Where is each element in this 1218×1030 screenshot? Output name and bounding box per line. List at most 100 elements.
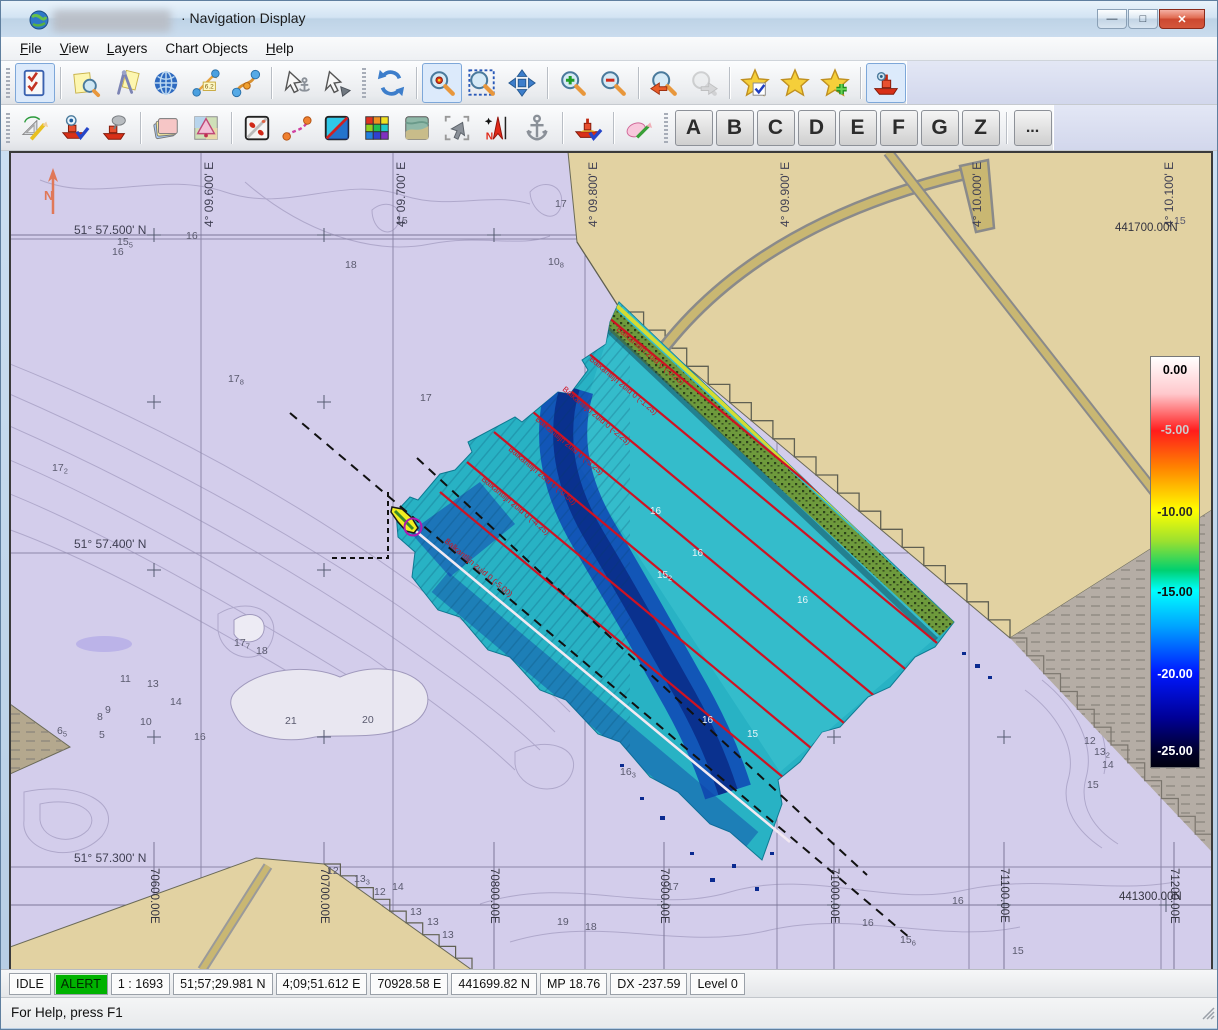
zoom-window-button[interactable] [462, 63, 502, 103]
north-arrow-button[interactable]: N [477, 108, 517, 148]
layer-letter-f-button[interactable]: F [880, 110, 918, 146]
tile-crossed-button[interactable] [317, 108, 357, 148]
status-bar: IDLEALERT1 : 169351;57;29.981 N4;09;51.6… [1, 969, 1218, 997]
tile-anomaly-icon [242, 113, 272, 143]
sounding: 14 [392, 881, 404, 893]
tile-palette-button[interactable] [357, 108, 397, 148]
toolbar-separator [860, 67, 861, 99]
bathy-sounding: 16 [797, 595, 809, 606]
legend-value: -5.00 [1151, 423, 1199, 437]
northing-label: 441700.00N [1115, 222, 1178, 234]
favorite-button[interactable] [775, 63, 815, 103]
dividers-button[interactable] [106, 63, 146, 103]
layer-letter-z-button[interactable]: Z [962, 110, 1000, 146]
status-mp: MP 18.76 [540, 973, 607, 995]
geometry-tools-button[interactable] [15, 108, 55, 148]
layer-letter-a-button[interactable]: A [675, 110, 713, 146]
anchor-cursor-button[interactable] [277, 63, 317, 103]
vessel-monitor-button[interactable] [55, 108, 95, 148]
menu-layers[interactable]: Layers [98, 39, 157, 58]
menu-chart-objects[interactable]: Chart Objects [156, 39, 257, 58]
layer-letter-e-button[interactable]: E [839, 110, 877, 146]
zoom-next-button[interactable] [684, 63, 724, 103]
application-window: · Navigation Display — □ ✕ FileViewLayer… [0, 0, 1218, 1030]
status-level: Level 0 [690, 973, 744, 995]
plot-route-button[interactable] [226, 63, 266, 103]
toolbar-grip[interactable] [6, 68, 10, 98]
map-canvas[interactable]: Balkantlijn zuid 0 (-0.25)Balkantlijn zu… [10, 152, 1212, 970]
longitude-label: 4° 09.700' E [394, 162, 408, 227]
tile-seabed-button[interactable] [397, 108, 437, 148]
more-layers-button[interactable]: ... [1014, 110, 1052, 146]
legend-value: -15.00 [1151, 585, 1199, 599]
vessel-check-button[interactable] [568, 108, 608, 148]
status-latitude: 51;57;29.981 N [173, 973, 273, 995]
toolbar-grip[interactable] [6, 113, 10, 143]
toolbar-grip[interactable] [664, 113, 668, 143]
minimize-button[interactable]: — [1097, 9, 1127, 29]
toolbar-separator [60, 67, 61, 99]
bathy-sounding: 16 [702, 715, 714, 726]
sounding: 13 [147, 678, 159, 690]
measure-distance-button[interactable]: 6.2 [186, 63, 226, 103]
toolbar-separator [271, 67, 272, 99]
easting-label: 70800.00E [488, 868, 500, 924]
maximize-button[interactable]: □ [1128, 9, 1158, 29]
anchor-button[interactable] [517, 108, 557, 148]
sounding: 14 [1102, 759, 1114, 771]
toolbar-chart: N ABCDEFGZ... [1, 105, 1218, 151]
resize-grip[interactable] [1201, 1006, 1215, 1025]
track-dashed-button[interactable] [277, 108, 317, 148]
app-globe-icon [29, 10, 49, 35]
tile-crossed-icon [322, 113, 352, 143]
toolbar-separator [729, 67, 730, 99]
chart-alarm-button[interactable] [186, 108, 226, 148]
refresh-button[interactable] [371, 63, 411, 103]
favorite-add-button[interactable] [815, 63, 855, 103]
menu-view[interactable]: View [51, 39, 98, 58]
toolbar-separator [416, 67, 417, 99]
layer-letter-b-button[interactable]: B [716, 110, 754, 146]
sounding: 15 [1012, 945, 1024, 957]
zoom-point-button[interactable] [422, 63, 462, 103]
layer-stack-button[interactable] [146, 108, 186, 148]
longitude-label: 4° 10.000' E [970, 162, 984, 227]
layer-letter-g-button[interactable]: G [921, 110, 959, 146]
zoom-out-button[interactable] [593, 63, 633, 103]
legend-value: -10.00 [1151, 505, 1199, 519]
menu-help[interactable]: Help [257, 39, 303, 58]
survey-checklist-button[interactable] [15, 63, 55, 103]
zoom-in-button[interactable] [553, 63, 593, 103]
toolbar-grip[interactable] [362, 68, 366, 98]
chart-query-button[interactable] [66, 63, 106, 103]
sounding: 15 [1087, 779, 1099, 791]
vessel-tracking-icon [871, 68, 901, 98]
vessel-radar-button[interactable] [95, 108, 135, 148]
chart-view[interactable]: Balkantlijn zuid 0 (-0.25)Balkantlijn zu… [9, 151, 1213, 971]
select-cursor-button[interactable] [317, 63, 357, 103]
favorite-check-button[interactable] [735, 63, 775, 103]
vessel-tracking-button[interactable] [866, 63, 906, 103]
favorite-add-icon [820, 68, 850, 98]
title-bar[interactable]: · Navigation Display — □ ✕ [1, 1, 1218, 37]
help-bar: For Help, press F1 [1, 997, 1218, 1028]
menu-file[interactable]: File [11, 39, 51, 58]
tile-anomaly-button[interactable] [237, 108, 277, 148]
pan-button[interactable] [502, 63, 542, 103]
zoom-previous-button[interactable] [644, 63, 684, 103]
longitude-label: 4° 09.900' E [778, 162, 792, 227]
easting-label: 71000.00E [828, 868, 840, 924]
layer-letter-d-button[interactable]: D [798, 110, 836, 146]
easting-label: 70600.00E [148, 868, 160, 924]
tile-palette-icon [362, 113, 392, 143]
vessel-monitor-icon [60, 113, 90, 143]
globe-button[interactable] [146, 63, 186, 103]
cursor-pick-button[interactable] [437, 108, 477, 148]
layer-letter-c-button[interactable]: C [757, 110, 795, 146]
highlighter-button[interactable] [619, 108, 659, 148]
close-button[interactable]: ✕ [1159, 9, 1205, 29]
status-alert: ALERT [54, 973, 108, 995]
zoom-point-icon [427, 68, 457, 98]
latitude-label: 51° 57.500' N [74, 223, 146, 237]
sounding: 10 [140, 716, 152, 728]
